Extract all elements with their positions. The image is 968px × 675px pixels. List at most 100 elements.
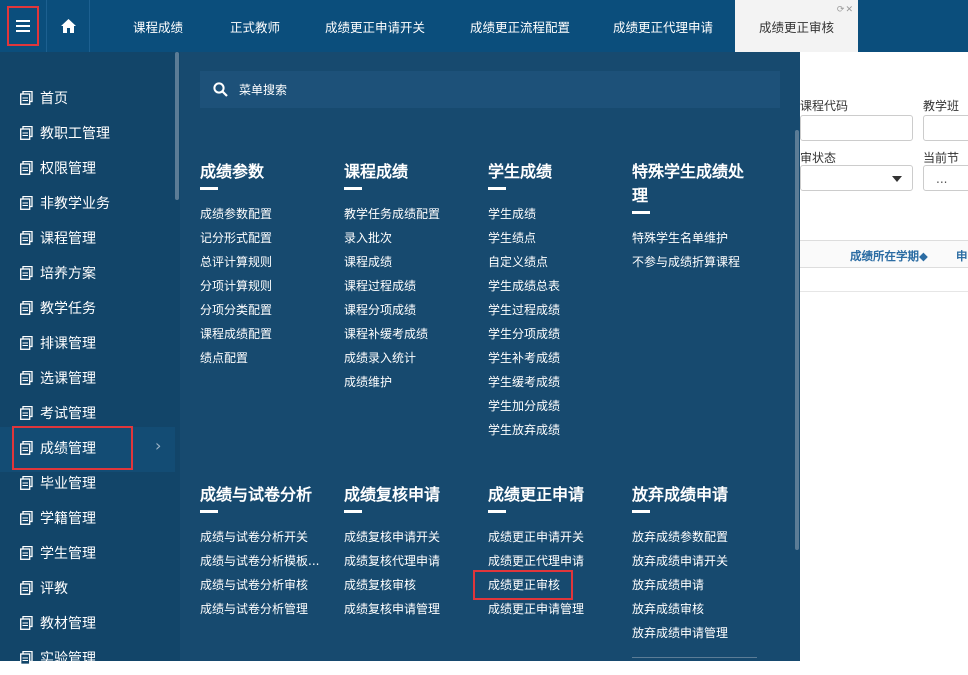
menu-item[interactable]: 课程补缓考成绩 — [344, 322, 479, 346]
divider — [632, 657, 757, 658]
menu-item[interactable]: 课程过程成绩 — [344, 274, 479, 298]
sidebar-item[interactable]: 权限管理 — [0, 150, 175, 185]
menu-item[interactable]: 成绩维护 — [344, 370, 479, 394]
class-code-input[interactable] — [923, 115, 968, 141]
menu-item[interactable]: 学生加分成绩 — [488, 394, 623, 418]
menu-item[interactable]: 放弃成绩申请开关 — [632, 549, 767, 573]
sidebar-item-label: 非教学业务 — [40, 195, 110, 212]
menu-item[interactable]: 学生分项成绩 — [488, 322, 623, 346]
tab-course-grades[interactable]: 课程成绩 — [113, 0, 203, 52]
menu-group: 特殊学生成绩处理 特殊学生名单维护 不参与成绩折算课程 — [632, 160, 752, 274]
sidebar-item[interactable]: 非教学业务 — [0, 185, 175, 220]
menu-item[interactable]: 成绩与试卷分析开关 — [200, 525, 335, 549]
menu-item[interactable]: 学生补考成绩 — [488, 346, 623, 370]
sidebar-item[interactable]: 学生管理 — [0, 535, 175, 570]
menu-item[interactable]: 成绩更正审核 — [472, 570, 623, 600]
document-icon — [20, 615, 33, 630]
menu-item[interactable]: 自定义绩点 — [488, 250, 623, 274]
menu-item-label: 学生补考成绩 — [488, 351, 561, 365]
menu-item[interactable]: 成绩复核审核 — [344, 573, 479, 597]
sidebar-item-label: 教职工管理 — [40, 125, 110, 142]
tab-correction-review[interactable]: 成绩更正审核 ⟳✕ — [735, 0, 858, 52]
menu-item[interactable]: 课程分项成绩 — [344, 298, 479, 322]
sidebar-item[interactable]: 培养方案 — [0, 255, 175, 290]
sidebar-item[interactable]: 排课管理 — [0, 325, 175, 360]
menu-item[interactable]: 学生成绩总表 — [488, 274, 623, 298]
sidebar-item[interactable]: 学籍管理 — [0, 500, 175, 535]
refresh-close-icons[interactable]: ⟳✕ — [837, 5, 854, 15]
sidebar-scrollbar[interactable] — [175, 52, 179, 200]
mega-menu-scrollbar[interactable] — [795, 130, 799, 550]
menu-item[interactable]: 特殊学生名单维护 — [632, 226, 752, 250]
menu-item[interactable]: 成绩参数配置 — [200, 202, 335, 226]
menu-group: 课程成绩 教学任务成绩配置 录入批次 课程成绩 课程过程成绩 课程分项成绩 课程补缓考成绩成… — [344, 160, 479, 394]
menu-item[interactable]: 学生过程成绩 — [488, 298, 623, 322]
menu-item[interactable]: 教学任务成绩配置 — [344, 202, 479, 226]
status-select[interactable] — [800, 165, 913, 191]
tab-formal-teachers[interactable]: 正式教师 — [210, 0, 300, 52]
sidebar-item[interactable]: 选课管理 — [0, 360, 175, 395]
menu-item[interactable]: 成绩复核代理申请 — [344, 549, 479, 573]
document-icon — [20, 160, 33, 175]
menu-item[interactable]: 绩点配置 — [200, 346, 335, 370]
menu-item[interactable]: 学生绩点 — [488, 226, 623, 250]
search-icon — [213, 82, 228, 97]
menu-item[interactable]: 不参与成绩折算课程 — [632, 250, 752, 274]
menu-item-label: 特殊学生名单维护 — [632, 231, 729, 245]
menu-item[interactable]: 分项分类配置 — [200, 298, 335, 322]
menu-item[interactable]: 成绩更正申请管理 — [488, 597, 623, 621]
menu-item[interactable]: 成绩录入统计 — [344, 346, 479, 370]
sidebar-item[interactable]: 成绩管理 — [12, 426, 133, 470]
menu-item[interactable]: 放弃成绩参数配置 — [632, 525, 767, 549]
tab-correction-proxy[interactable]: 成绩更正代理申请 — [593, 0, 733, 52]
sidebar-item[interactable]: 实验管理 — [0, 640, 175, 675]
sidebar-item-label: 毕业管理 — [40, 475, 96, 492]
menu-item[interactable]: 成绩更正申请开关 — [488, 525, 623, 549]
document-icon — [20, 90, 33, 105]
menu-item-label: 放弃成绩审核 — [632, 602, 705, 616]
menu-item[interactable]: 成绩与试卷分析模板... — [200, 549, 335, 573]
sidebar-item[interactable]: 评教 — [0, 570, 175, 605]
menu-item[interactable]: 课程成绩配置 — [200, 322, 335, 346]
menu-item[interactable]: 放弃成绩申请管理 — [632, 621, 767, 645]
menu-item[interactable]: 学生放弃成绩 — [488, 418, 623, 442]
menu-search-box[interactable] — [200, 71, 780, 108]
menu-item[interactable]: 总评计算规则 — [200, 250, 335, 274]
term-column-header[interactable]: 成绩所在学期◆ — [850, 248, 928, 264]
hamburger-icon — [16, 20, 30, 32]
course-code-input[interactable] — [800, 115, 913, 141]
menu-item[interactable]: 学生成绩 — [488, 202, 623, 226]
sidebar-item[interactable]: 教材管理 — [0, 605, 175, 640]
menu-item[interactable]: 放弃成绩申请 — [632, 573, 767, 597]
sidebar-item[interactable]: 考试管理 — [0, 395, 175, 430]
menu-toggle-button[interactable] — [7, 6, 39, 46]
sidebar-item[interactable]: 课程管理 — [0, 220, 175, 255]
menu-item[interactable]: 录入批次 — [344, 226, 479, 250]
sidebar-item[interactable]: 教职工管理 — [0, 115, 175, 150]
title-underline — [632, 510, 650, 513]
menu-group-title: 放弃成绩申请 — [632, 485, 729, 504]
menu-item[interactable]: 学生缓考成绩 — [488, 370, 623, 394]
menu-item[interactable]: 成绩更正代理申请 — [488, 549, 623, 573]
sidebar-item[interactable]: 教学任务 — [0, 290, 175, 325]
menu-search-input[interactable] — [237, 81, 757, 98]
home-button[interactable] — [46, 0, 90, 52]
sidebar-item[interactable]: 首页 — [0, 80, 175, 115]
document-icon — [20, 230, 33, 245]
tab-correction-flow[interactable]: 成绩更正流程配置 — [450, 0, 590, 52]
menu-item[interactable]: 成绩与试卷分析审核 — [200, 573, 335, 597]
menu-item[interactable]: 分项计算规则 — [200, 274, 335, 298]
menu-item[interactable]: 成绩与试卷分析管理 — [200, 597, 335, 621]
menu-item[interactable]: 记分形式配置 — [200, 226, 335, 250]
menu-group-title: 成绩与试卷分析 — [200, 485, 313, 504]
menu-item-label: 总评计算规则 — [200, 255, 273, 269]
tab-correction-switch[interactable]: 成绩更正申请开关 — [305, 0, 445, 52]
menu-item[interactable]: 课程成绩 — [344, 250, 479, 274]
sidebar-item[interactable]: 毕业管理 — [0, 465, 175, 500]
menu-item[interactable]: 成绩复核申请开关 — [344, 525, 479, 549]
menu-item[interactable]: 成绩复核申请管理 — [344, 597, 479, 621]
current-node-select[interactable]: ... — [923, 165, 968, 191]
menu-item[interactable]: 放弃成绩审核 — [632, 597, 767, 621]
top-navigation-bar: 课程成绩 正式教师 成绩更正申请开关 成绩更正流程配置 成绩更正代理申请 成绩更… — [0, 0, 968, 52]
apply-column-header[interactable]: 申 — [956, 248, 968, 264]
